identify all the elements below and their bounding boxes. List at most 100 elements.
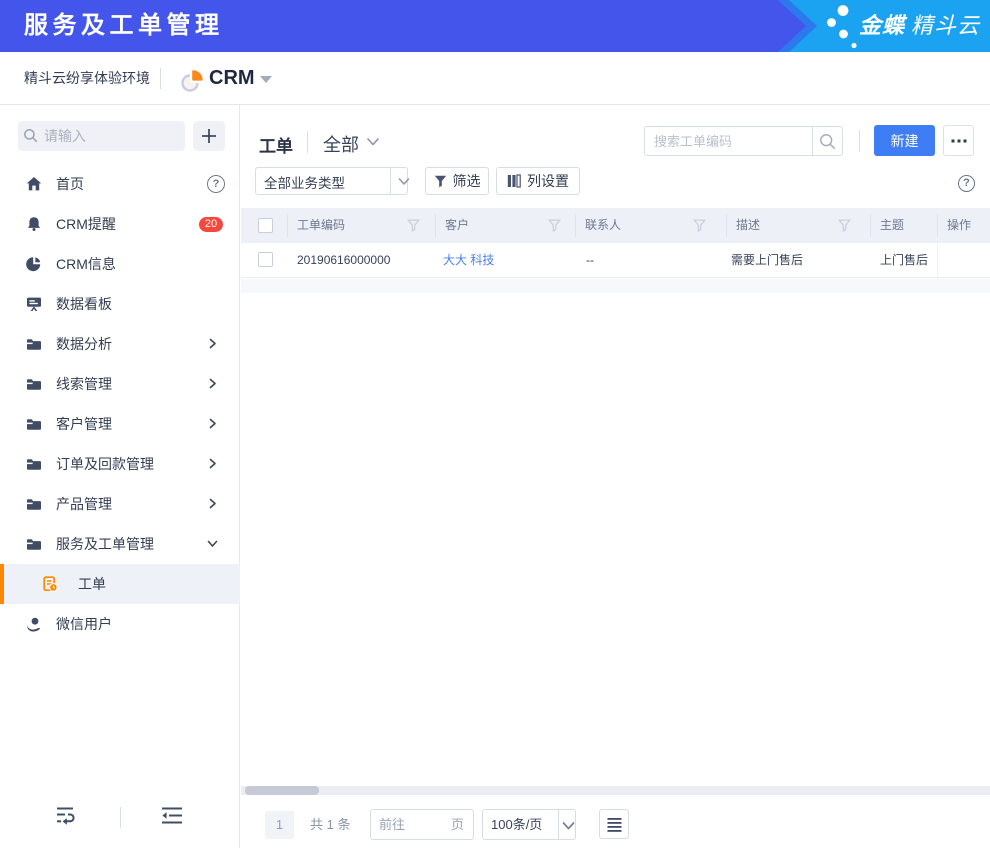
column-filter-icon[interactable] [838,219,851,232]
hamburger-icon [607,817,621,832]
ellipsis-icon [951,139,966,142]
column-separator [287,214,288,237]
column-separator [726,214,727,237]
sidebar-item-leads[interactable]: 线索管理 [0,364,240,404]
help-icon[interactable]: ? [958,175,975,192]
environment-bar: 精斗云纷享体验环境 CRM [0,52,990,105]
sidebar-item-service[interactable]: 服务及工单管理 [0,524,240,564]
search-input[interactable] [654,127,804,155]
sidebar-item-crm-info[interactable]: CRM信息 [0,244,240,284]
divider [558,809,559,839]
sidebar-item-label: 工单 [78,576,106,592]
sidebar-item-data-analysis[interactable]: 数据分析 [0,324,240,364]
page-number-button[interactable]: 1 [265,811,294,839]
sidebar-item-workorder[interactable]: 工单 [0,564,240,604]
sidebar-item-label: 微信用户 [56,616,112,632]
app-header: 服务及工单管理 金蝶 精斗云 [0,0,990,52]
page-title: 服务及工单管理 [24,12,224,39]
sidebar-item-wechat-users[interactable]: 微信用户 [0,604,240,644]
column-header[interactable]: 工单编码 [297,208,345,243]
business-type-value: 全部业务类型 [264,176,345,191]
sidebar-item-label: CRM信息 [56,256,116,272]
home-icon [26,177,42,191]
chevron-down-icon[interactable] [366,136,380,148]
sidebar-item-dashboard[interactable]: 数据看板 [0,284,240,324]
app-name[interactable]: CRM [209,52,255,104]
table-header: 工单编码 客户 联系人 描述 主题 操作 [241,208,990,243]
chevron-right-icon [209,458,216,469]
table-row[interactable]: 20190616000000 大大 科技 -- 需要上门售后 上门售后 [241,243,990,278]
column-filter-icon[interactable] [693,219,706,232]
sidebar-item-label: 客户管理 [56,416,112,432]
column-separator [937,214,938,237]
sidebar-item-label: 服务及工单管理 [56,536,154,552]
column-header[interactable]: 主题 [880,208,904,243]
sidebar-item-products[interactable]: 产品管理 [0,484,240,524]
view-selector[interactable]: 全部 [323,131,359,157]
select-all-checkbox[interactable] [258,218,273,233]
bell-icon [27,217,41,231]
column-header[interactable]: 描述 [736,208,760,243]
column-header[interactable]: 操作 [947,208,971,243]
sidebar-item-label: 数据分析 [56,336,112,352]
search-icon [820,133,836,149]
filter-button-label: 筛选 [452,173,481,189]
more-actions-button[interactable] [943,125,974,156]
goto-page-input[interactable] [408,811,448,837]
column-separator [575,214,576,237]
app-switch-caret-icon[interactable] [260,76,272,83]
wrap-collapse-icon[interactable] [56,806,78,826]
column-filter-icon[interactable] [407,219,420,232]
cell-contact: -- [586,253,594,267]
chevron-right-icon [209,338,216,349]
column-settings-label: 列设置 [527,173,569,189]
columns-icon [507,174,521,188]
filter-button[interactable]: 筛选 [425,167,489,195]
sidebar-item-customers[interactable]: 客户管理 [0,404,240,444]
workorder-icon [43,576,58,592]
row-checkbox[interactable] [258,252,273,267]
cell-description: 需要上门售后 [731,253,804,267]
chevron-right-icon [209,378,216,389]
column-header[interactable]: 客户 [445,208,469,243]
pie-chart-icon [26,257,41,272]
search-button[interactable] [812,126,843,156]
column-separator [937,243,938,277]
folder-icon [27,539,41,550]
horizontal-scrollbar-thumb[interactable] [245,786,319,795]
column-filter-icon[interactable] [548,219,561,232]
sidebar-item-home[interactable]: 首页 ? [0,164,240,204]
sidebar-item-label: CRM提醒 [56,216,116,232]
sidebar-item-label: 线索管理 [56,376,112,392]
list-settings-button[interactable] [599,809,629,839]
create-button[interactable]: 新建 [874,125,935,156]
help-icon[interactable]: ? [207,175,225,193]
folder-icon [27,459,41,470]
chevron-down-icon [207,540,218,547]
divider [390,167,391,194]
sidebar-search-input[interactable] [44,122,174,150]
sidebar-add-button[interactable] [193,121,225,151]
collapse-menu-icon[interactable] [161,806,183,826]
notification-badge: 20 [199,217,223,232]
divider [307,131,308,153]
folder-icon [27,499,41,510]
horizontal-scrollbar-track[interactable] [241,786,990,795]
chevron-down-icon [398,178,410,185]
column-header[interactable]: 联系人 [585,208,621,243]
sidebar-item-orders[interactable]: 订单及回款管理 [0,444,240,484]
total-count-label: 共 1 条 [310,817,351,832]
divider [859,130,860,152]
column-settings-button[interactable]: 列设置 [496,167,580,195]
sidebar: 首页 ? CRM提醒 20 CRM信息 数据看 [0,105,240,848]
goto-suffix-label: 页 [451,817,465,832]
chevron-down-icon [562,822,575,830]
sidebar-item-crm-reminder[interactable]: CRM提醒 20 [0,204,240,244]
table-footer-strip [241,279,990,293]
crm-app-icon [181,70,203,92]
wechat-user-icon [27,617,40,632]
column-separator [435,214,436,237]
chevron-right-icon [209,418,216,429]
sidebar-item-label: 首页 [56,176,84,192]
cell-customer-link[interactable]: 大大 科技 [443,243,494,277]
